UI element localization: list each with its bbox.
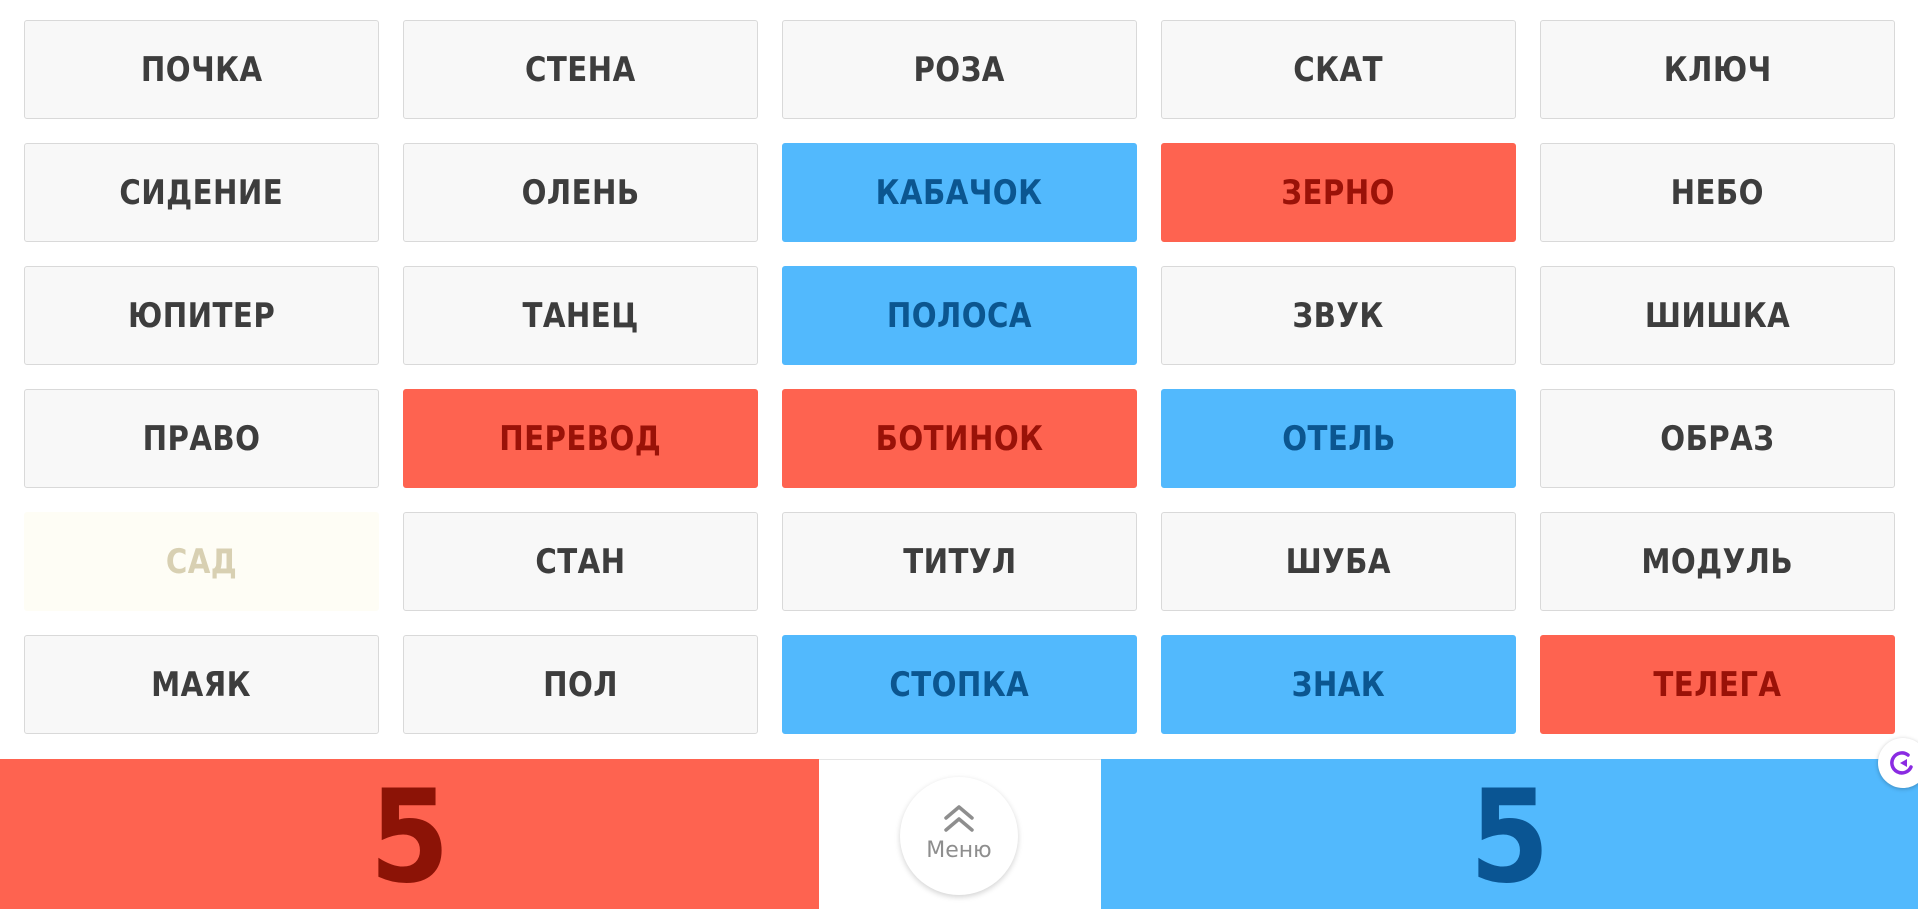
word-card-label: СТОПКА [889,664,1030,705]
word-card-label: ШИШКА [1644,295,1791,336]
word-card[interactable]: ОБРАЗ [1540,389,1895,488]
blue-team-score-panel: 5 [1101,759,1918,909]
word-card[interactable]: ЗНАК [1161,635,1516,734]
word-card[interactable]: НЕБО [1540,143,1895,242]
word-card[interactable]: ШИШКА [1540,266,1895,365]
red-team-score: 5 [369,763,450,912]
word-card[interactable]: ТАНЕЦ [403,266,758,365]
word-card[interactable]: СКАТ [1161,20,1516,119]
word-card[interactable]: СТОПКА [782,635,1137,734]
word-card-label: САД [165,541,238,582]
game-board: ПОЧКА СТЕНА РОЗА СКАТ КЛЮЧ СИДЕНИЕ ОЛЕНЬ КАБАЧО… [24,20,1896,734]
word-card-label: ТАНЕЦ [522,295,639,336]
word-card[interactable]: СИДЕНИЕ [24,143,379,242]
word-card-label: МАЯК [151,664,252,705]
word-card-label: ПОЛ [543,664,618,705]
word-card-label: МОДУЛЬ [1641,541,1794,582]
word-card[interactable]: БОТИНОК [782,389,1137,488]
red-team-score-panel: 5 [0,759,819,909]
word-card[interactable]: МАЯК [24,635,379,734]
word-card[interactable]: ЮПИТЕР [24,266,379,365]
word-card-label: ЗЕРНО [1281,172,1396,213]
word-card-label: ШУБА [1285,541,1392,582]
word-card-label: СТАН [535,541,626,582]
word-card-label: РОЗА [913,49,1006,90]
word-card[interactable]: ПОЛОСА [782,266,1137,365]
word-card-label: БОТИНОК [875,418,1044,459]
score-bar: 5 Меню 5 [0,759,1918,909]
word-card-label: ЗНАК [1291,664,1386,705]
word-card[interactable]: ПОЛ [403,635,758,734]
word-card[interactable]: ТЕЛЕГА [1540,635,1895,734]
blue-team-score: 5 [1469,763,1550,912]
word-card[interactable]: САД [24,512,379,611]
word-card-label: ПОЛОСА [886,295,1033,336]
word-card-label: ПРАВО [142,418,261,459]
word-card-label: СИДЕНИЕ [119,172,284,213]
word-card[interactable]: КЛЮЧ [1540,20,1895,119]
word-card-label: ЗВУК [1292,295,1385,336]
menu-button[interactable]: Меню [900,777,1018,895]
word-card-label: КАБАЧОК [876,172,1043,213]
word-card[interactable]: ОТЕЛЬ [1161,389,1516,488]
word-card-label: КЛЮЧ [1663,49,1772,90]
word-card[interactable]: ПРАВО [24,389,379,488]
word-card-label: ПОЧКА [140,49,263,90]
word-card[interactable]: ПОЧКА [24,20,379,119]
word-card-label: ОБРАЗ [1660,418,1775,459]
word-card[interactable]: ПЕРЕВОД [403,389,758,488]
assistant-widget-icon [1890,751,1913,775]
word-card[interactable]: МОДУЛЬ [1540,512,1895,611]
word-card-label: ОЛЕНЬ [521,172,640,213]
word-card-label: ТИТУЛ [902,541,1017,582]
word-card-label: ОТЕЛЬ [1281,418,1396,459]
word-card[interactable]: ЗВУК [1161,266,1516,365]
word-card[interactable]: СТЕНА [403,20,758,119]
word-card[interactable]: КАБАЧОК [782,143,1137,242]
word-card-label: ЮПИТЕР [127,295,276,336]
word-card-label: ПЕРЕВОД [499,418,662,459]
word-card-label: СТЕНА [525,49,636,90]
word-card-label: ТЕЛЕГА [1653,664,1782,705]
double-chevron-up-icon [944,804,974,832]
word-card-label: НЕБО [1670,172,1765,213]
word-card-label: СКАТ [1293,49,1384,90]
word-card[interactable]: ШУБА [1161,512,1516,611]
menu-label: Меню [926,837,992,863]
word-card[interactable]: СТАН [403,512,758,611]
word-card[interactable]: ТИТУЛ [782,512,1137,611]
word-card[interactable]: ОЛЕНЬ [403,143,758,242]
word-card[interactable]: РОЗА [782,20,1137,119]
word-card[interactable]: ЗЕРНО [1161,143,1516,242]
